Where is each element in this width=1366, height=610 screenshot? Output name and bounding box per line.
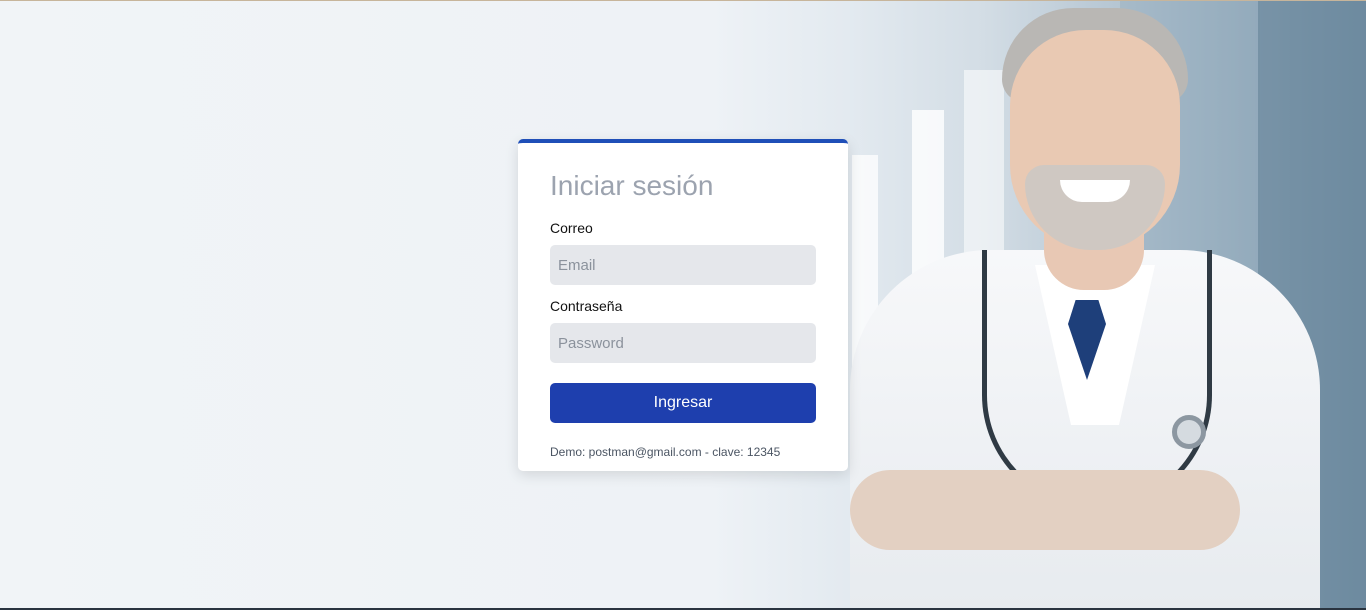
- login-card: Iniciar sesión Correo Contraseña Ingresa…: [518, 139, 848, 471]
- login-button[interactable]: Ingresar: [550, 383, 816, 423]
- doctor-smile: [1060, 180, 1130, 202]
- login-title: Iniciar sesión: [550, 170, 714, 201]
- email-label: Correo: [550, 220, 593, 236]
- doctor-image: [820, 0, 1320, 610]
- password-label: Contraseña: [550, 298, 623, 314]
- email-field[interactable]: [550, 245, 816, 285]
- top-border: [0, 0, 1366, 1]
- demo-credentials-note: Demo: postman@gmail.com - clave: 12345: [550, 445, 781, 459]
- doctor-crossed-arms: [850, 470, 1240, 550]
- stethoscope-chestpiece: [1172, 415, 1206, 449]
- password-field[interactable]: [550, 323, 816, 363]
